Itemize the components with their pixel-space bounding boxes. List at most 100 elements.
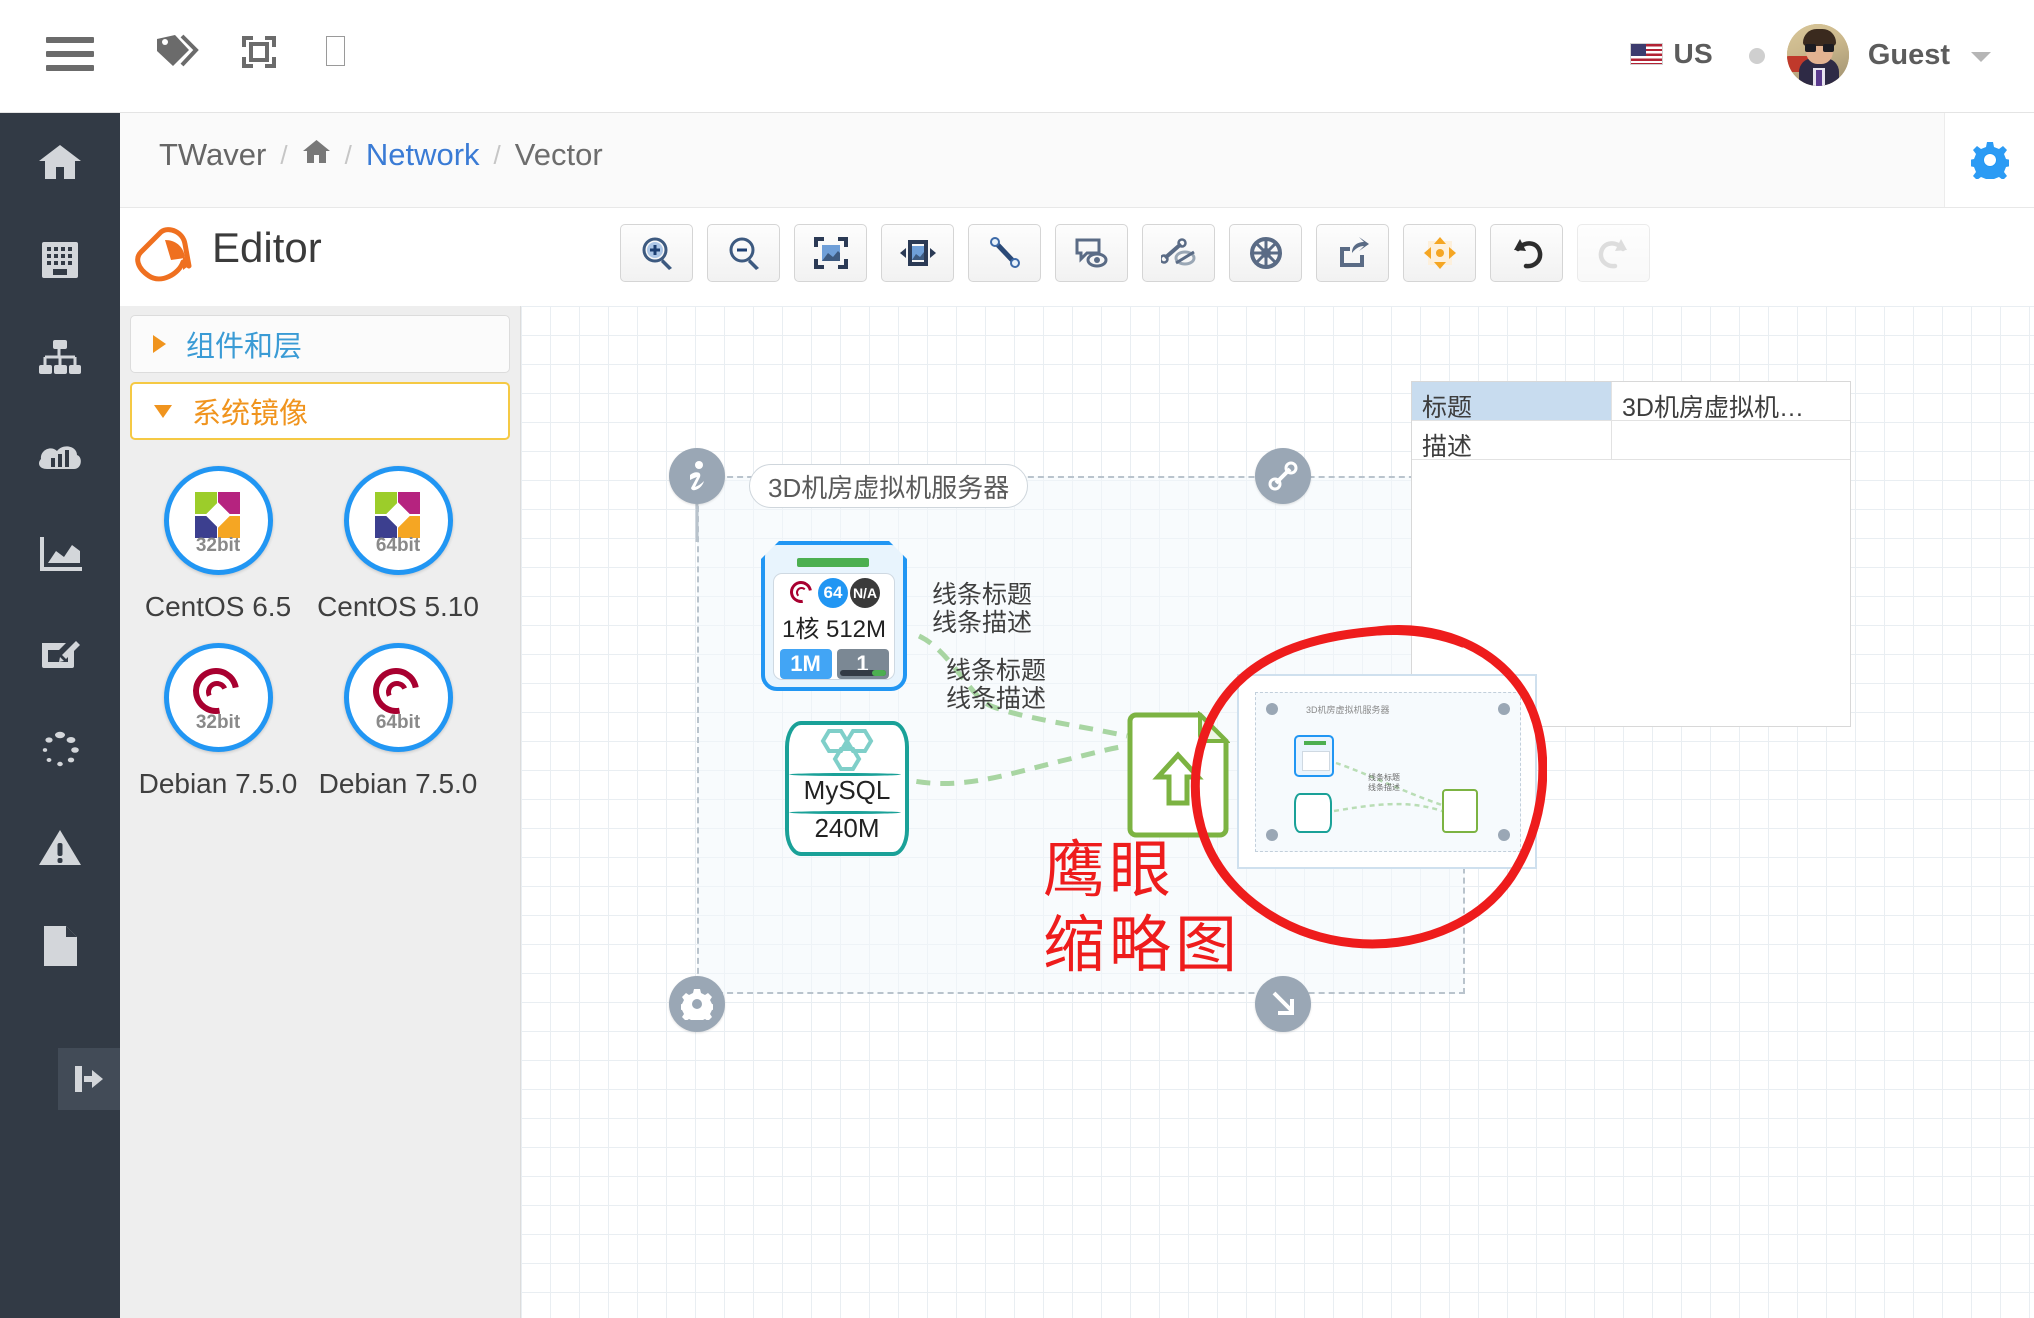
breadcrumb-link-network[interactable]: Network [366,137,480,173]
accordion-components-layers[interactable]: 组件和层 [130,315,510,373]
os-bits-label: 64bit [375,535,421,556]
toggle-tooltip-button[interactable] [1055,224,1128,282]
sidebar-item-loading[interactable] [0,701,120,799]
gear-handle[interactable] [669,976,725,1032]
overview-viewport: 3D机房虚拟机服务器 线条标题 线条描述 [1255,692,1521,852]
resize-handle[interactable] [1255,976,1311,1032]
frame-icon[interactable] [242,36,276,73]
database-node[interactable]: MySQL 240M [785,721,909,856]
table-row[interactable]: 标题 3D机房虚拟机… [1412,382,1850,422]
move-arrows-icon [1423,237,1456,269]
palette-item[interactable]: 32bit CentOS 6.5 [128,466,308,623]
arch-badge: 64 [818,578,848,608]
fit-width-button[interactable] [881,224,954,282]
link-title: 线条标题 [946,657,1047,685]
editor-canvas[interactable]: 3D机房虚拟机服务器 64 N/A 1核 512M 1M 1 MySQL 240… [521,306,2034,1318]
status-dot [1749,48,1765,64]
caret-right-icon [153,335,166,353]
os-icon-ring: 64bit [343,466,453,575]
top-bar: US Guest [0,0,2034,113]
server-inner: 64 N/A 1核 512M 1M 1 [773,573,895,680]
db-size: 240M [814,813,880,843]
magnifier-plus-icon [642,237,672,270]
breadcrumb-separator: / [280,139,288,170]
breadcrumb-separator: / [493,139,501,170]
line-link-icon [989,237,1020,268]
avatar [1786,24,1849,86]
home-icon[interactable] [302,137,331,173]
chevron-down-icon [1971,52,1991,62]
info-handle[interactable] [669,448,725,504]
fit-width-icon [899,240,936,266]
tag-icon[interactable] [155,33,201,74]
zoom-in-button[interactable] [620,224,693,282]
table-row[interactable]: 描述 [1412,421,1850,461]
mysql-dolphin-hex-icon [820,729,874,771]
sidebar-item-editor[interactable] [0,603,120,701]
server-chips: 1M 1 [779,649,889,679]
toggle-links-button[interactable] [1142,224,1215,282]
sidebar-item-alarms[interactable] [0,799,120,897]
sidebar-item-topology[interactable] [0,309,120,407]
undo-button[interactable] [1490,224,1563,282]
breadcrumb-separator: / [344,139,352,170]
property-key: 描述 [1412,421,1612,461]
zoom-overview-button[interactable] [794,224,867,282]
redo-button[interactable] [1577,224,1650,282]
fit-window-icon [813,237,848,269]
property-value[interactable]: 3D机房虚拟机… [1612,382,1850,420]
breadcrumb-root[interactable]: TWaver [159,137,266,173]
settings-panel-button[interactable] [1944,113,2034,207]
breadcrumb-current: Vector [514,137,603,172]
link-label: 线条标题 线条描述 [946,657,1046,713]
user-menu[interactable]: Guest [1786,24,1991,86]
missing-glyph-icon[interactable] [326,36,345,66]
sidebar-item-analytics[interactable] [0,505,120,603]
palette-item-label: CentOS 6.5 [144,591,292,622]
menu-icon[interactable] [46,37,94,75]
compass-wheel-icon [1249,237,1282,269]
layout-wheel-button[interactable] [1229,224,1302,282]
palette-item[interactable]: 64bit Debian 7.5.0 [308,643,488,800]
export-button[interactable] [1316,224,1389,282]
os-bits-label: 32bit [195,535,241,556]
page-title: Editor [212,224,322,271]
rail-collapse-button[interactable] [58,1048,120,1110]
overview-link-label: 线条标题 线条描述 [1368,773,1400,792]
server-badges: 64 N/A [785,576,880,608]
overview-thumbnail[interactable]: 3D机房虚拟机服务器 线条标题 线条描述 [1237,674,1537,869]
palette-item[interactable]: 64bit CentOS 5.10 [308,466,488,623]
os-icon-ring: 32bit [163,466,273,575]
node-label: 3D机房虚拟机服务器 [749,464,1029,508]
count-chip: 1 [836,649,889,679]
server-node[interactable]: 64 N/A 1核 512M 1M 1 [761,541,907,691]
accordion-label: 系统镜像 [192,398,309,430]
sidebar-item-cloud-stats[interactable] [0,407,120,505]
sidebar-item-home[interactable] [0,113,120,211]
server-status-bar [797,558,869,567]
palette-item-label: Debian 7.5.0 [138,768,298,799]
os-icon-ring: 32bit [163,643,273,752]
palette-item-label: Debian 7.5.0 [318,768,478,799]
system-image-grid: 32bit CentOS 6.5 64bit CentOS 5.10 32bit… [120,446,521,840]
create-link-button[interactable] [968,224,1041,282]
annotation-line-2: 缩略图 [1043,908,1242,981]
sidebar-item-reports[interactable] [0,897,120,995]
sidebar-item-datacenter[interactable] [0,211,120,309]
property-value[interactable] [1612,421,1850,459]
link-label: 线条标题 线条描述 [932,581,1032,637]
state-badge: N/A [850,578,880,608]
palette-panel: 组件和层 系统镜像 32bit CentOS 6.5 64bit CentOS … [120,306,521,1318]
zoom-out-button[interactable] [707,224,780,282]
link-desc: 线条描述 [932,609,1033,637]
locale-selector[interactable]: US [1629,38,1714,70]
pan-move-button[interactable] [1403,224,1476,282]
server-spec: 1核 512M [781,616,887,643]
link-hidden-icon [1160,238,1195,266]
accordion-system-images[interactable]: 系统镜像 [130,382,510,440]
link-handle[interactable] [1255,448,1311,504]
magnifier-minus-icon [729,237,759,270]
palette-item[interactable]: 32bit Debian 7.5.0 [128,643,308,800]
user-name: Guest [1867,38,1950,71]
redo-icon [1598,239,1627,269]
